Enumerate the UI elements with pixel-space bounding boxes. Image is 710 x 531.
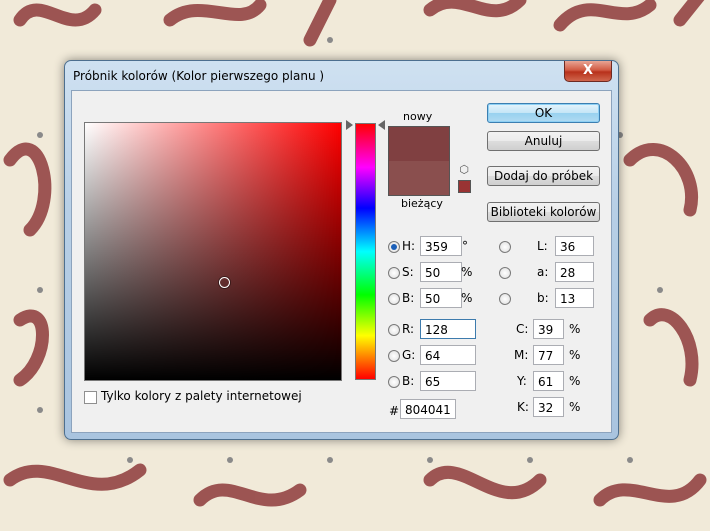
web-safe-cube-icon[interactable]: ⬡ — [458, 164, 470, 176]
saturation-label: S: — [402, 265, 414, 279]
yellow-field[interactable]: 61 — [533, 371, 564, 391]
color-field[interactable] — [84, 122, 342, 381]
lab-b-label: b: — [537, 291, 549, 305]
dialog-title: Próbnik kolorów (Kolor pierwszego planu … — [73, 69, 325, 83]
red-field[interactable]: 128 — [420, 319, 476, 339]
color-picker-dialog: Próbnik kolorów (Kolor pierwszego planu … — [64, 60, 619, 440]
dialog-content: nowy bieżący ⬡ OK Anuluj Dodaj do próbek… — [71, 90, 612, 433]
blue-radio[interactable] — [388, 376, 400, 388]
hex-field[interactable]: 804041 — [400, 399, 456, 419]
blue-label: B: — [402, 374, 415, 388]
hue-slider[interactable] — [355, 123, 376, 380]
web-colors-only-label: Tylko kolory z palety internetowej — [101, 389, 302, 403]
lab-a-radio[interactable] — [499, 267, 511, 279]
hue-unit: ° — [462, 239, 468, 253]
yellow-label: Y: — [517, 374, 527, 388]
hue-label: H: — [402, 239, 416, 253]
cyan-unit: % — [569, 322, 581, 336]
lab-a-field[interactable]: 28 — [555, 262, 594, 282]
brightness-unit: % — [461, 291, 473, 305]
saturation-field[interactable]: 50 — [420, 262, 462, 282]
green-radio[interactable] — [388, 350, 400, 362]
add-to-swatches-button[interactable]: Dodaj do próbek — [487, 166, 600, 186]
lab-b-field[interactable]: 13 — [555, 288, 594, 308]
new-color-swatch — [389, 127, 449, 161]
color-preview — [388, 126, 450, 196]
hue-field[interactable]: 359 — [420, 236, 462, 256]
brightness-field[interactable]: 50 — [420, 288, 462, 308]
magenta-label: M: — [514, 348, 529, 362]
yellow-unit: % — [569, 374, 581, 388]
brightness-label: B: — [402, 291, 415, 305]
color-field-cursor[interactable] — [219, 277, 230, 288]
red-label: R: — [402, 322, 415, 336]
black-field[interactable]: 32 — [533, 397, 564, 417]
cancel-button[interactable]: Anuluj — [487, 131, 600, 151]
lab-l-label: L: — [537, 239, 548, 253]
new-color-label: nowy — [403, 110, 433, 123]
lab-l-field[interactable]: 36 — [555, 236, 594, 256]
hex-label: # — [389, 404, 400, 418]
brightness-radio[interactable] — [388, 293, 400, 305]
green-field[interactable]: 64 — [420, 345, 476, 365]
current-color-swatch[interactable] — [389, 161, 449, 195]
cyan-field[interactable]: 39 — [533, 319, 564, 339]
close-button[interactable]: X — [564, 61, 612, 82]
lab-a-label: a: — [537, 265, 549, 279]
current-color-label: bieżący — [401, 197, 443, 210]
magenta-field[interactable]: 77 — [533, 345, 564, 365]
ok-button[interactable]: OK — [487, 103, 600, 123]
magenta-unit: % — [569, 348, 581, 362]
web-colors-only-checkbox[interactable] — [84, 391, 97, 404]
hue-radio[interactable] — [388, 241, 400, 253]
red-radio[interactable] — [388, 324, 400, 336]
saturation-unit: % — [461, 265, 473, 279]
lab-b-radio[interactable] — [499, 293, 511, 305]
blue-field[interactable]: 65 — [420, 371, 476, 391]
color-libraries-button[interactable]: Biblioteki kolorów — [487, 202, 600, 222]
lab-l-radio[interactable] — [499, 241, 511, 253]
black-label: K: — [517, 400, 529, 414]
saturation-radio[interactable] — [388, 267, 400, 279]
green-label: G: — [402, 348, 416, 362]
web-safe-color-swatch[interactable] — [458, 180, 471, 193]
black-unit: % — [569, 400, 581, 414]
hue-slider-left-arrow-icon[interactable] — [346, 120, 353, 130]
cyan-label: C: — [516, 322, 529, 336]
hue-slider-right-arrow-icon[interactable] — [378, 120, 385, 130]
